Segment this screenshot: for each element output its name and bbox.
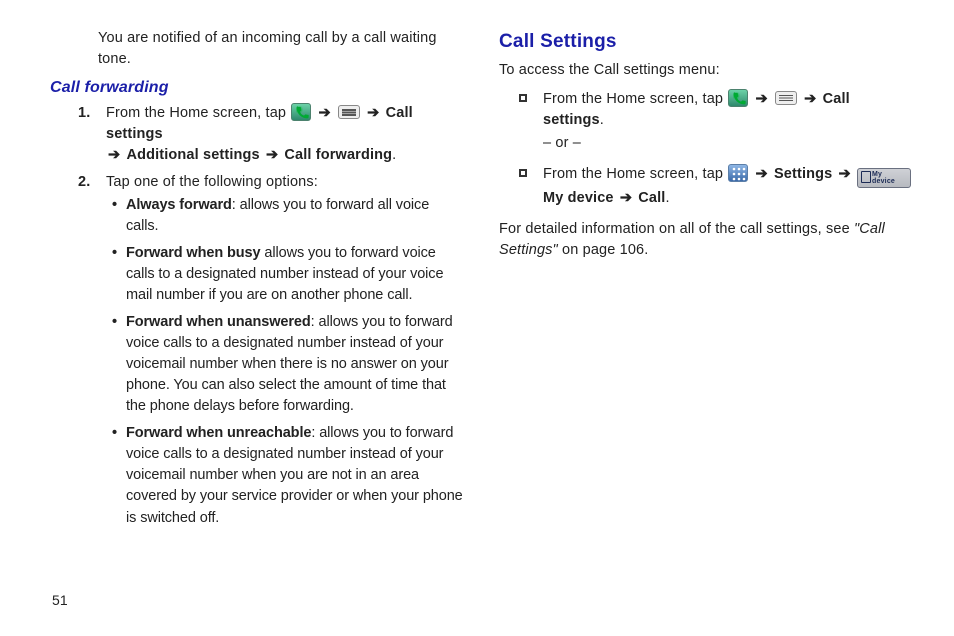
page-number: 51 xyxy=(52,590,68,610)
arrow-icon: ➔ xyxy=(802,89,818,110)
arrow-icon: ➔ xyxy=(106,145,122,166)
cs-option-1: From the Home screen, tap ➔ ➔ Call setti… xyxy=(519,89,914,154)
opt-forward-unanswered: Forward when unanswered: allows you to f… xyxy=(112,312,465,417)
column-left: You are notified of an incoming call by … xyxy=(50,28,465,535)
step-1-lead: From the Home screen, tap xyxy=(106,105,290,121)
call-settings-sub: To access the Call settings menu: xyxy=(499,60,914,81)
manual-page: You are notified of an incoming call by … xyxy=(0,0,954,636)
step-2-number: 2. xyxy=(78,172,90,193)
column-right: Call Settings To access the Call setting… xyxy=(499,28,914,535)
arrow-icon: ➔ xyxy=(365,103,381,124)
apps-icon xyxy=(728,164,748,182)
closing-paragraph: For detailed information on all of the c… xyxy=(499,219,914,261)
heading-call-forwarding: Call forwarding xyxy=(50,76,465,99)
label-call: Call xyxy=(638,190,665,206)
opt-always-forward: Always forward: allows you to forward al… xyxy=(112,195,465,237)
step-2: 2. Tap one of the following options: Alw… xyxy=(78,172,465,528)
menu-icon xyxy=(775,91,797,105)
arrow-icon: ➔ xyxy=(753,164,769,185)
label-settings: Settings xyxy=(774,166,832,182)
arrow-icon: ➔ xyxy=(264,145,280,166)
my-device-tab-icon: My device xyxy=(857,168,911,188)
arrow-icon: ➔ xyxy=(837,164,853,185)
label-my-device: My device xyxy=(543,190,614,206)
label-additional-settings: Additional settings xyxy=(126,147,259,163)
opt-forward-busy: Forward when busy allows you to forward … xyxy=(112,243,465,306)
heading-call-settings: Call Settings xyxy=(499,28,914,56)
cs1-lead: From the Home screen, tap xyxy=(543,91,727,107)
cs-option-2: From the Home screen, tap ➔ Settings ➔ xyxy=(519,164,914,209)
arrow-icon: ➔ xyxy=(316,103,332,124)
arrow-icon: ➔ xyxy=(618,188,634,209)
or-divider: – or – xyxy=(543,133,914,154)
arrow-icon: ➔ xyxy=(753,89,769,110)
label-call-forwarding: Call forwarding xyxy=(284,147,392,163)
step-2-lead: Tap one of the following options: xyxy=(106,174,318,190)
phone-icon xyxy=(728,89,748,107)
menu-icon xyxy=(338,105,360,119)
opt-forward-unreachable: Forward when unreachable: allows you to … xyxy=(112,423,465,528)
step-1-number: 1. xyxy=(78,103,90,124)
call-waiting-intro: You are notified of an incoming call by … xyxy=(98,28,465,70)
phone-icon xyxy=(291,103,311,121)
step-1: 1. From the Home screen, tap ➔ ➔ Call se… xyxy=(78,103,465,166)
cs2-lead: From the Home screen, tap xyxy=(543,166,727,182)
